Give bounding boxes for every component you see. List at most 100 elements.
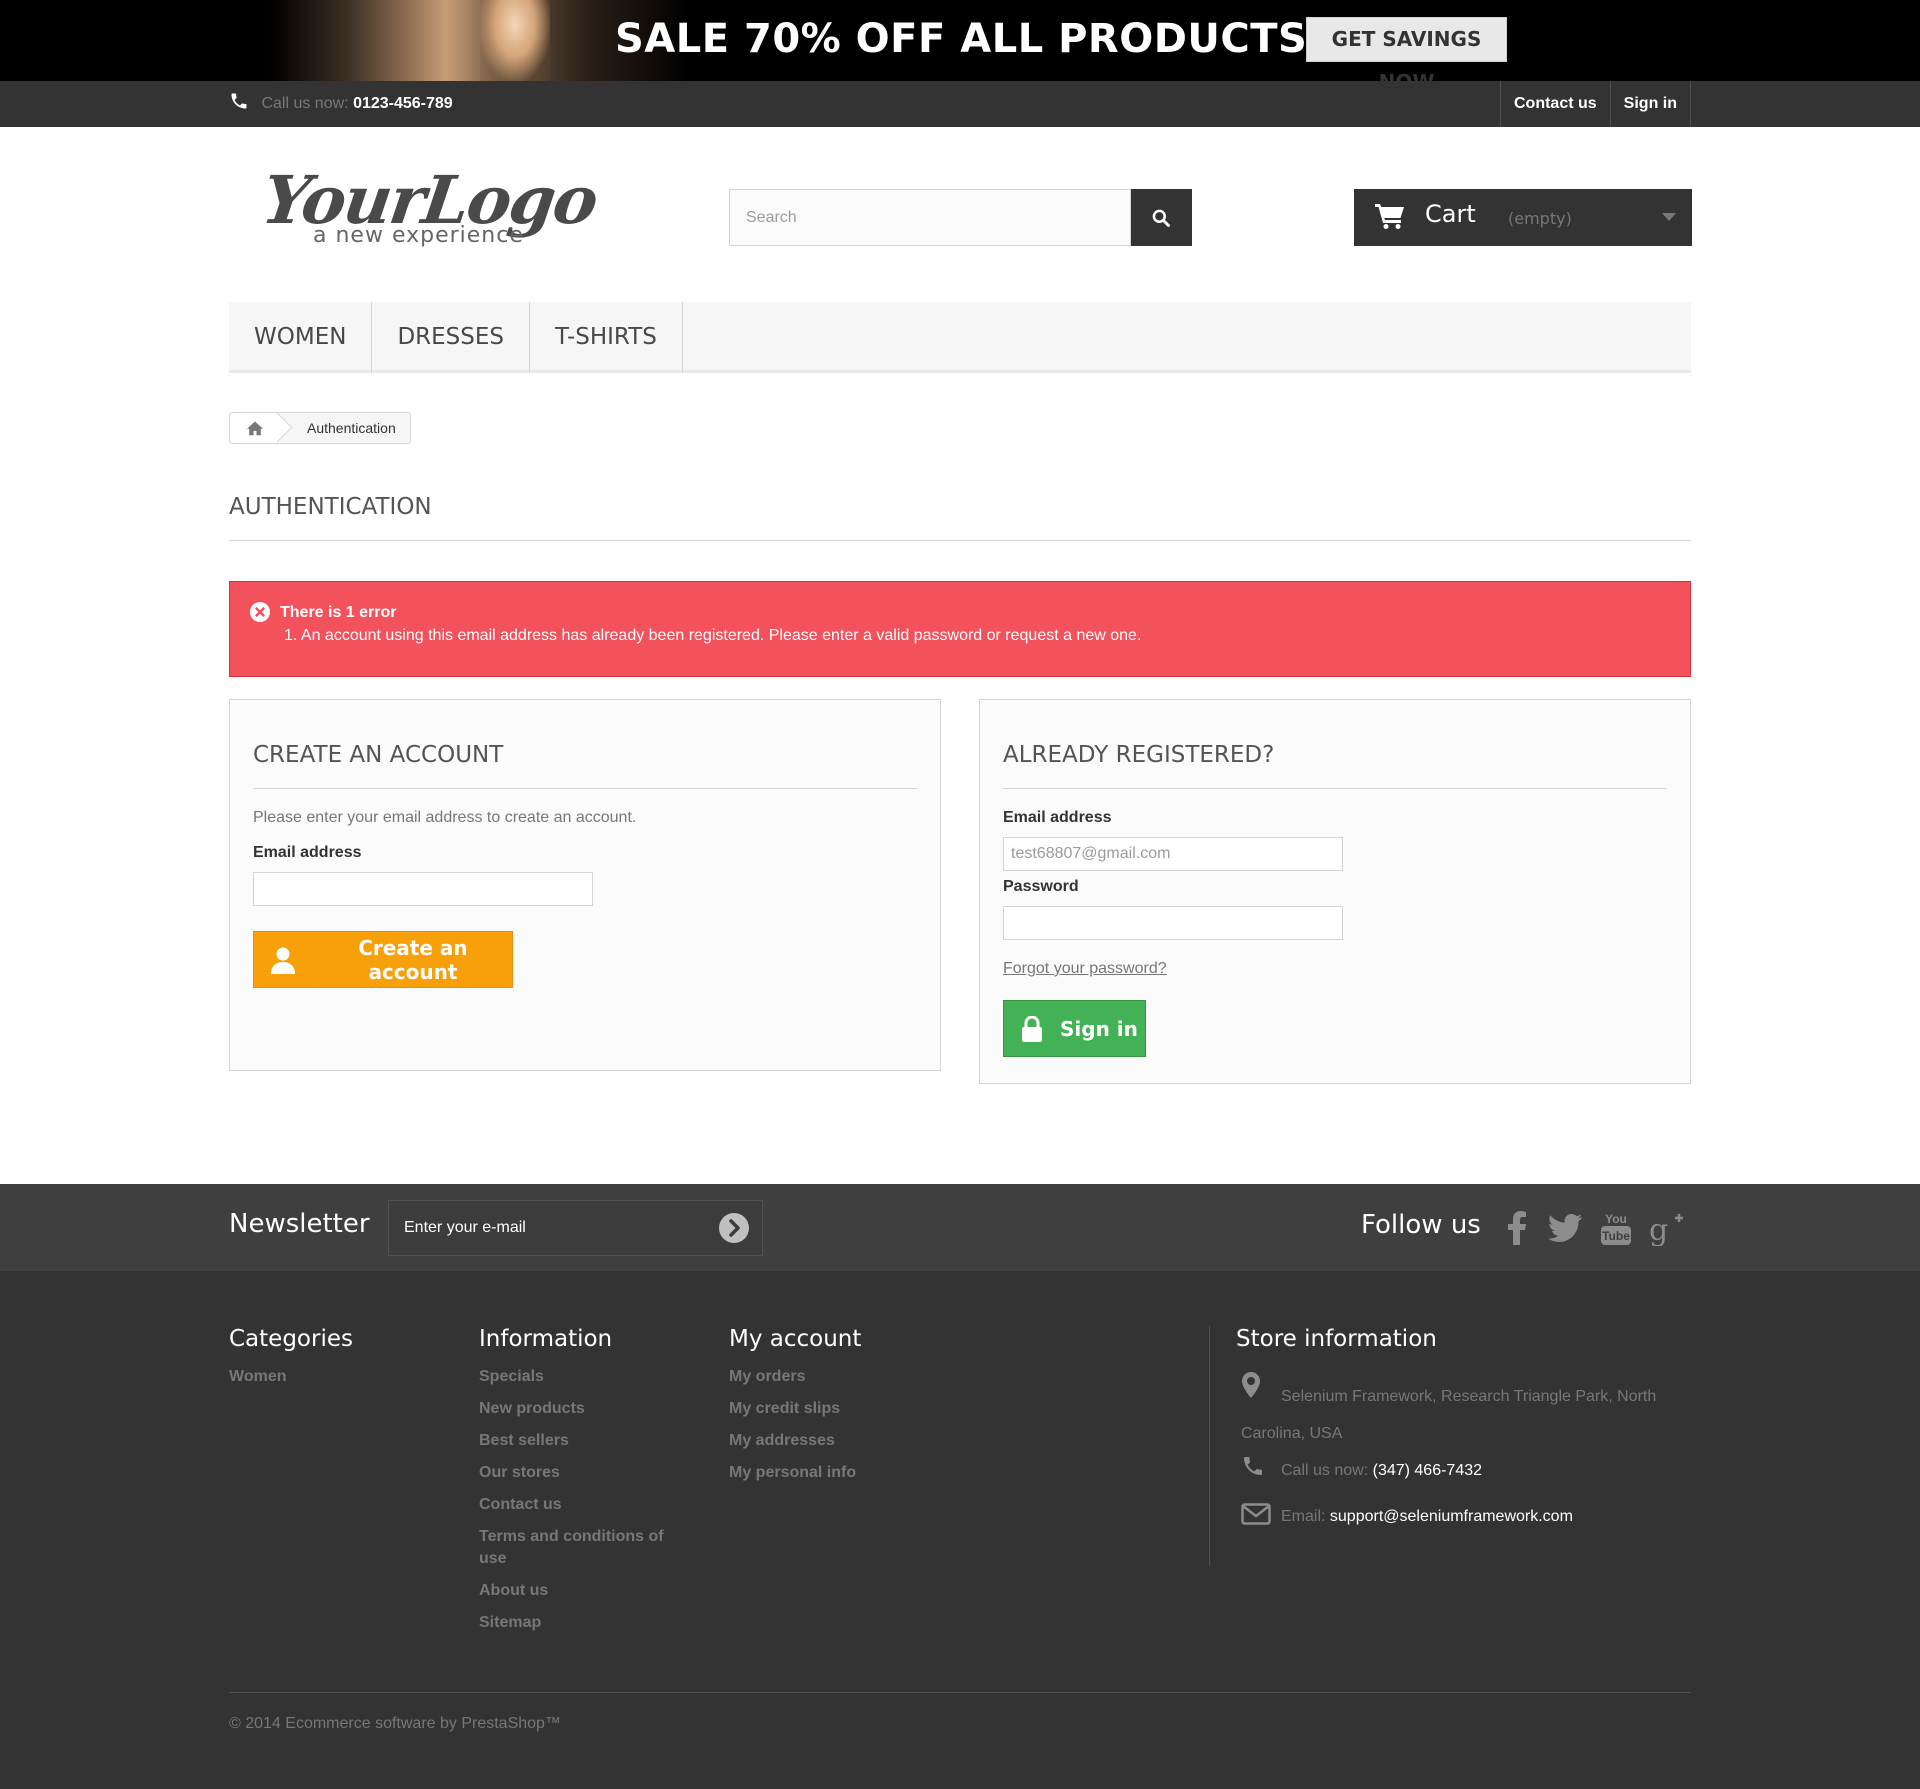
store-information-title: Store information [1236, 1326, 1437, 1352]
sign-in-link[interactable]: Sign in [1609, 81, 1691, 127]
google-plus-icon[interactable]: g [1646, 1208, 1686, 1248]
store-email-label: Email: [1281, 1508, 1326, 1525]
search-icon [1153, 209, 1171, 227]
store-phone-number: (347) 466-7432 [1372, 1462, 1483, 1479]
envelope-icon [1241, 1503, 1271, 1525]
user-icon-wrap [254, 931, 314, 988]
footer-link[interactable]: My personal info [729, 1462, 929, 1484]
footer-categories-title: Categories [229, 1326, 353, 1352]
menu-item-dresses[interactable]: DRESSES [372, 302, 530, 373]
login-email-label: Email address [1003, 809, 1112, 826]
cart-status: (empty) [1508, 209, 1572, 228]
create-email-input[interactable] [253, 872, 593, 906]
login-form: ALREADY REGISTERED? Email address Passwo… [979, 699, 1691, 1084]
main-menu-wrapper: WOMEN DRESSES T-SHIRTS [229, 302, 1691, 373]
create-account-description: Please enter your email address to creat… [253, 809, 637, 826]
footer-link[interactable]: Specials [479, 1366, 679, 1388]
get-savings-button[interactable]: GET SAVINGS NOW [1306, 17, 1507, 81]
footer-categories: Categories Women [229, 1326, 429, 1398]
contact-us-link[interactable]: Contact us [1500, 81, 1610, 127]
call-us: Call us now: 0123-456-789 [229, 81, 453, 127]
store-address: Selenium Framework, Research Triangle Pa… [1241, 1388, 1657, 1442]
svg-text:You: You [1605, 1212, 1627, 1226]
home-icon [246, 421, 263, 436]
footer-link[interactable]: Terms and conditions of use [479, 1526, 679, 1570]
search-button[interactable] [1130, 189, 1192, 246]
call-label: Call us now: [261, 95, 349, 112]
breadcrumb-current: Authentication [307, 420, 396, 436]
footer: Categories Women Information Specials Ne… [0, 1271, 1920, 1789]
phone-icon [231, 93, 247, 109]
cart-icon [1375, 204, 1404, 229]
create-account-heading: CREATE AN ACCOUNT [253, 742, 917, 789]
create-email-label: Email address [253, 844, 362, 861]
footer-my-account: My account My orders My credit slips My … [729, 1326, 929, 1494]
create-account-button[interactable]: Create an account [253, 931, 513, 988]
chevron-down-icon [1662, 213, 1676, 221]
sign-in-button[interactable]: Sign in [1003, 1000, 1146, 1057]
footer-link[interactable]: Contact us [479, 1494, 679, 1516]
sign-in-button-label: Sign in [1060, 1016, 1138, 1041]
store-phone: Call us now: (347) 466-7432 [1281, 1462, 1482, 1480]
cart-button[interactable]: Cart (empty) [1354, 189, 1692, 246]
svg-text:g: g [1649, 1213, 1668, 1246]
phone-icon [1244, 1457, 1262, 1475]
footer-information: Information Specials New products Best s… [479, 1326, 679, 1644]
footer-link[interactable]: My orders [729, 1366, 929, 1388]
facebook-icon[interactable] [1497, 1208, 1537, 1248]
error-title: There is 1 error [280, 604, 397, 621]
menu-item-tshirts[interactable]: T-SHIRTS [530, 302, 683, 373]
newsletter-email-input[interactable] [388, 1200, 763, 1256]
footer-link[interactable]: New products [479, 1398, 679, 1420]
logo-tagline: a new experience [313, 223, 524, 248]
store-information: Store information Selenium Framework, Re… [1209, 1326, 1692, 1566]
store-email-link[interactable]: support@seleniumframework.com [1330, 1508, 1573, 1525]
footer-link[interactable]: Best sellers [479, 1430, 679, 1452]
lock-icon [1022, 1015, 1042, 1042]
search-bar [729, 189, 1192, 246]
error-alert: There is 1 error 1. An account using thi… [229, 581, 1691, 677]
header: YourLogo a new experience Cart (empty) [229, 127, 1692, 302]
banner-headline: SALE 70% OFF ALL PRODUCTS [615, 16, 1308, 62]
promo-banner[interactable]: SALE 70% OFF ALL PRODUCTS GET SAVINGS NO… [0, 0, 1920, 81]
banner-model-face [480, 0, 550, 81]
logo[interactable]: YourLogo a new experience [258, 161, 623, 261]
password-label: Password [1003, 878, 1079, 895]
main-menu: WOMEN DRESSES T-SHIRTS [229, 302, 1691, 373]
forgot-password-link[interactable]: Forgot your password? [1003, 960, 1167, 978]
twitter-icon[interactable] [1545, 1208, 1585, 1248]
footer-link[interactable]: Our stores [479, 1462, 679, 1484]
phone-number: 0123-456-789 [353, 95, 453, 112]
footer-link[interactable]: Women [229, 1366, 429, 1388]
page-title: AUTHENTICATION [229, 494, 1691, 541]
copyright: © 2014 Ecommerce software by PrestaShop™ [229, 1692, 1691, 1733]
error-message: 1. An account using this email address h… [284, 627, 1142, 644]
menu-item-women[interactable]: WOMEN [229, 302, 373, 373]
footer-information-title: Information [479, 1326, 613, 1352]
footer-link[interactable]: About us [479, 1580, 679, 1602]
footer-link[interactable]: My addresses [729, 1430, 929, 1452]
login-heading: ALREADY REGISTERED? [1003, 742, 1667, 789]
footer-link[interactable]: My credit slips [729, 1398, 929, 1420]
password-input[interactable] [1003, 906, 1343, 940]
create-account-form: CREATE AN ACCOUNT Please enter your emai… [229, 699, 941, 1071]
follow-us-title: Follow us [1361, 1210, 1481, 1240]
search-input[interactable] [729, 189, 1131, 246]
error-icon [250, 602, 270, 622]
breadcrumb: Authentication [229, 412, 411, 444]
top-links: Contact us Sign in [1500, 81, 1691, 127]
user-icon [271, 947, 296, 974]
newsletter-submit-icon[interactable] [718, 1212, 750, 1244]
svg-text:Tube: Tube [1602, 1229, 1630, 1243]
footer-my-account-title: My account [729, 1326, 862, 1352]
breadcrumb-home[interactable] [230, 413, 279, 443]
cart-label: Cart [1425, 200, 1476, 228]
newsletter-bar: Newsletter Follow us You Tube g [0, 1184, 1920, 1271]
youtube-icon[interactable]: You Tube [1596, 1208, 1636, 1248]
lock-icon-wrap [1004, 1000, 1060, 1057]
top-nav: Call us now: 0123-456-789 Contact us Sig… [0, 81, 1920, 127]
create-account-button-label: Create an account [358, 935, 468, 984]
login-email-input[interactable] [1003, 837, 1343, 871]
footer-link[interactable]: Sitemap [479, 1612, 679, 1634]
newsletter-title: Newsletter [229, 1209, 370, 1239]
